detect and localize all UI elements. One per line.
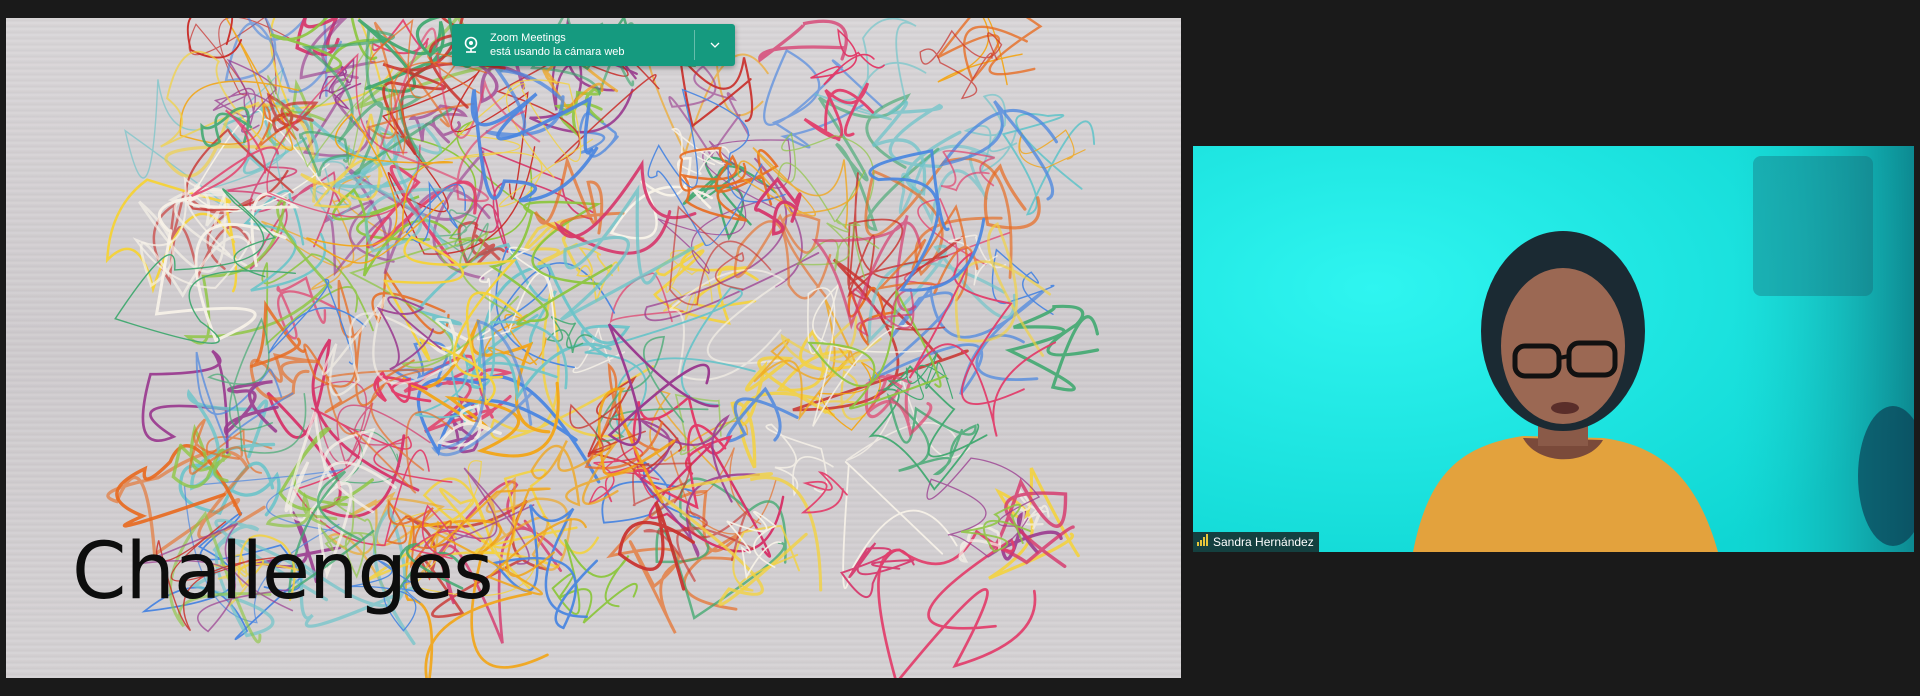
participant-video-frame [1193, 146, 1914, 552]
notification-app-name: Zoom Meetings [490, 32, 566, 44]
webcam-icon [452, 36, 490, 54]
notification-message: está usando la cámara web [490, 46, 625, 58]
participant-name: Sandra Hernández [1213, 535, 1314, 549]
webcam-usage-notification[interactable]: Zoom Meetings está usando la cámara web [452, 24, 735, 66]
signal-bars-icon [1197, 532, 1209, 552]
notification-text: Zoom Meetings está usando la cámara web [490, 31, 694, 59]
participant-video[interactable] [1193, 146, 1914, 552]
slide-title: Challenges [72, 527, 494, 617]
participant-name-tag: Sandra Hernández [1193, 532, 1319, 552]
shared-screen-slide: Challenges [6, 18, 1181, 678]
chevron-down-icon[interactable] [695, 42, 735, 48]
